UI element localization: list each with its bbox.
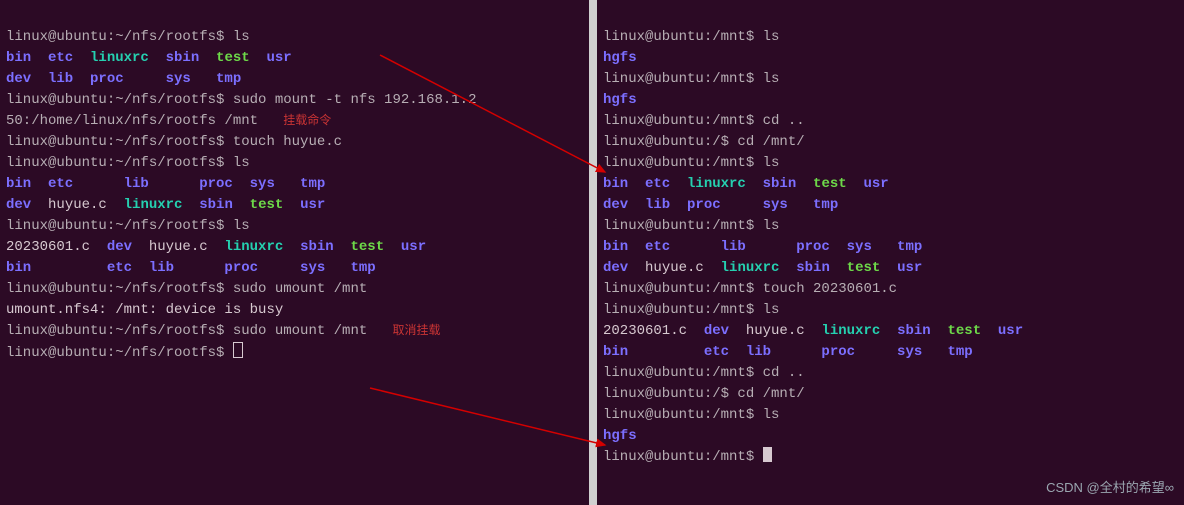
ls-output: hgfs: [603, 50, 637, 66]
error-text: umount.nfs4: /mnt: device is busy: [6, 302, 283, 318]
prompt: linux@ubuntu:/mnt$ touch 20230601.c: [603, 281, 897, 297]
left-terminal[interactable]: linux@ubuntu:~/nfs/rootfs$ ls bin etc li…: [0, 0, 597, 505]
prompt: linux@ubuntu:~/nfs/rootfs$ ls: [6, 218, 250, 234]
prompt: linux@ubuntu:/mnt$ ls: [603, 302, 779, 318]
prompt: linux@ubuntu:/mnt$ cd ..: [603, 365, 805, 381]
prompt: linux@ubuntu:/mnt$ ls: [603, 407, 779, 423]
umount-note: 取消挂载: [392, 324, 440, 338]
terminal-screenshot: { "left": { "l1": "linux@ubuntu:~/nfs/ro…: [0, 0, 1184, 505]
prompt: linux@ubuntu:~/nfs/rootfs$ sudo umount /…: [6, 281, 367, 297]
cursor: [763, 447, 772, 462]
prompt: linux@ubuntu:/$ cd /mnt/: [603, 386, 805, 402]
prompt: linux@ubuntu:~/nfs/rootfs$ touch huyue.c: [6, 134, 342, 150]
prompt: linux@ubuntu:~/nfs/rootfs$ sudo umount /…: [6, 323, 367, 339]
prompt: linux@ubuntu:/mnt$ cd ..: [603, 113, 805, 129]
right-terminal[interactable]: linux@ubuntu:/mnt$ ls hgfs linux@ubuntu:…: [597, 0, 1184, 505]
prompt: linux@ubuntu:~/nfs/rootfs$ sudo mount -t…: [6, 92, 476, 108]
watermark: CSDN @全村的希望∞: [1046, 478, 1174, 498]
prompt: linux@ubuntu:~/nfs/rootfs$: [6, 345, 233, 361]
prompt: linux@ubuntu:/$ cd /mnt/: [603, 134, 805, 150]
prompt: linux@ubuntu:~/nfs/rootfs$ ls: [6, 29, 250, 45]
prompt: linux@ubuntu:/mnt$ ls: [603, 155, 779, 171]
prompt: linux@ubuntu:~/nfs/rootfs$ ls: [6, 155, 250, 171]
prompt: linux@ubuntu:/mnt$ ls: [603, 218, 779, 234]
prompt: linux@ubuntu:/mnt$ ls: [603, 71, 779, 87]
ls-output: hgfs: [603, 428, 637, 444]
ls-output: hgfs: [603, 92, 637, 108]
prompt: linux@ubuntu:/mnt$ ls: [603, 29, 779, 45]
cursor: [233, 342, 243, 358]
prompt: linux@ubuntu:/mnt$: [603, 449, 763, 465]
mount-note: 挂载命令: [283, 114, 331, 128]
